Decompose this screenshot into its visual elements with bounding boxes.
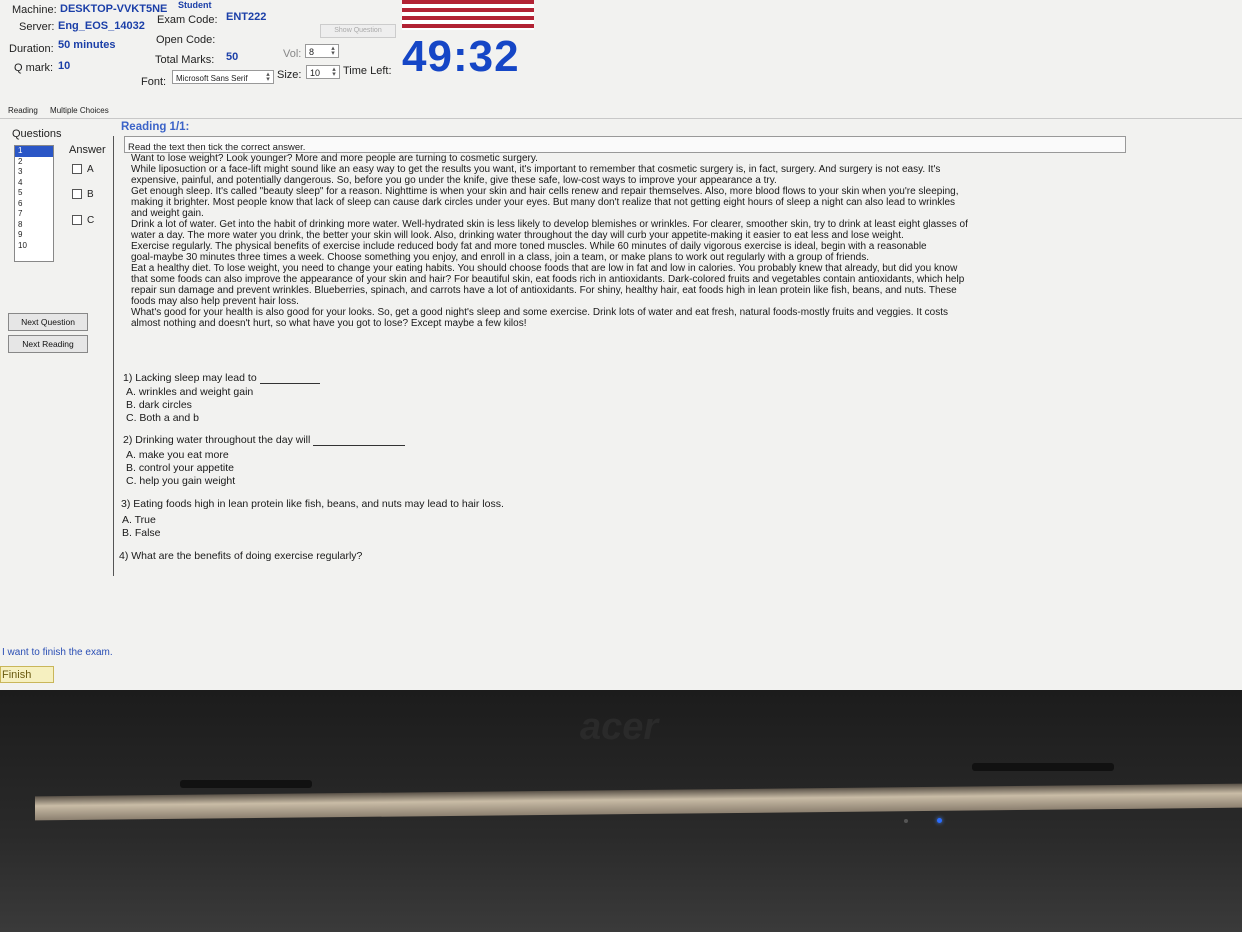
reading-line: While liposuction or a face-lift might s…: [131, 164, 941, 175]
next-question-button[interactable]: Next Question: [8, 313, 88, 331]
question-option: B. False: [122, 527, 161, 539]
answer-blank: [259, 383, 320, 384]
reading-line: What's good for your health is also good…: [131, 307, 949, 318]
question-item[interactable]: 7: [15, 209, 53, 220]
question-item[interactable]: 3: [15, 167, 53, 178]
brand-logo: acer: [580, 706, 659, 748]
question-item[interactable]: 6: [15, 199, 53, 210]
font-select[interactable]: Microsoft Sans Serif ▴ ▾: [172, 70, 274, 84]
reading-line: almost nothing and doesn't hurt, so what…: [131, 318, 527, 329]
checkbox-icon[interactable]: [72, 164, 82, 175]
reading-line: goal-maybe 30 minutes three times a week…: [131, 252, 869, 263]
checkbox-icon[interactable]: [72, 215, 82, 226]
tab-multiple-choices[interactable]: Multiple Choices: [50, 106, 109, 115]
server-label: Server:: [19, 21, 55, 33]
instruction-box: Read the text then tick the correct answ…: [124, 136, 1126, 153]
reading-line: that some foods can also improve the app…: [131, 274, 965, 285]
question-4: 4) What are the benefits of doing exerci…: [119, 550, 363, 562]
question-option: C. help you gain weight: [126, 475, 236, 487]
vol-spin-icon[interactable]: ▴ ▾: [329, 45, 337, 57]
answer-option-c[interactable]: C: [72, 215, 94, 226]
duration-value: 50 minutes: [58, 39, 116, 51]
hinge: [180, 780, 312, 788]
question-option: A. wrinkles and weight gain: [126, 386, 254, 398]
vol-value: 8: [309, 47, 315, 57]
qmark-label: Q mark:: [14, 62, 54, 74]
reading-panel: Read the text then tick the correct answ…: [113, 136, 1214, 576]
answer-option-a[interactable]: A: [72, 164, 94, 175]
reading-line: and weight gain.: [131, 208, 204, 219]
checkbox-icon[interactable]: [72, 189, 82, 200]
reading-line: expensive, painful, and potentially dang…: [131, 175, 777, 186]
question-item[interactable]: 10: [15, 241, 53, 252]
reading-line: foods may also help prevent hair loss.: [131, 296, 299, 307]
flag-icon: [402, 0, 534, 30]
open-code-label: Open Code:: [156, 34, 216, 46]
questions-title: Questions: [12, 128, 62, 140]
reading-line: water a day. The more water you drink, t…: [131, 230, 904, 241]
total-marks-value: 50: [226, 51, 239, 63]
question-option: A. True: [122, 514, 156, 526]
reading-line: Exercise regularly. The physical benefit…: [131, 241, 927, 252]
reading-line: Eat a healthy diet. To lose weight, you …: [131, 263, 958, 274]
instruction-text: Read the text then tick the correct answ…: [128, 142, 306, 153]
question-item[interactable]: 9: [15, 230, 53, 241]
exam-code-value: ENT222: [226, 11, 267, 23]
size-label: Size:: [277, 69, 302, 81]
question-1: 1) Lacking sleep may lead to: [123, 372, 320, 384]
time-left-value: 49:32: [402, 32, 520, 81]
question-item[interactable]: 1: [15, 146, 53, 157]
reading-line: Get enough sleep. It's called "beauty sl…: [131, 186, 959, 197]
size-value: 10: [310, 68, 321, 78]
question-option: C. Both a and b: [126, 412, 199, 424]
questions-list[interactable]: 1 2 3 4 5 6 7 8 9 10: [14, 145, 54, 262]
reading-title: Reading 1/1:: [121, 121, 190, 133]
hinge: [972, 763, 1114, 771]
vol-stepper[interactable]: 8 ▴ ▾: [305, 44, 339, 58]
question-option: B. dark circles: [126, 399, 192, 411]
question-option: B. control your appetite: [126, 462, 234, 474]
question-prompt: 2) Drinking water throughout the day wil…: [123, 434, 311, 446]
size-spin-icon[interactable]: ▴ ▾: [330, 66, 338, 78]
exam-code-label: Exam Code:: [157, 14, 218, 26]
question-2: 2) Drinking water throughout the day wil…: [123, 434, 406, 446]
reading-line: Drink a lot of water. Get into the habit…: [131, 219, 968, 230]
power-led-icon: [937, 818, 942, 823]
font-label: Font:: [141, 76, 167, 88]
server-value: Eng_EOS_14032: [58, 20, 145, 32]
answer-blank: [313, 445, 406, 446]
tab-bar: Reading Multiple Choices: [8, 106, 119, 115]
size-stepper[interactable]: 10 ▴ ▾: [306, 65, 340, 79]
tab-reading[interactable]: Reading: [8, 106, 38, 115]
vol-label: Vol:: [283, 48, 302, 60]
status-led-icon: [904, 819, 908, 823]
machine-label: Machine:: [12, 4, 57, 16]
question-item[interactable]: 4: [15, 178, 53, 189]
reading-line: Want to lose weight? Look younger? More …: [131, 153, 538, 164]
exam-window: Machine: DESKTOP-VVKT5NE Student Server:…: [0, 0, 1242, 690]
font-dropdown-icon[interactable]: ▴ ▾: [264, 71, 272, 83]
next-reading-button[interactable]: Next Reading: [8, 335, 88, 353]
reading-line: making it brighter. Most people know tha…: [131, 197, 956, 208]
question-option: A. make you eat more: [126, 449, 229, 461]
finish-button[interactable]: Finish: [0, 666, 54, 683]
finish-note: I want to finish the exam.: [2, 647, 113, 658]
qmark-value: 10: [58, 60, 71, 72]
font-value: Microsoft Sans Serif: [176, 74, 248, 83]
answer-title: Answer: [69, 144, 106, 156]
machine-value: DESKTOP-VVKT5NE: [60, 3, 168, 15]
question-item[interactable]: 2: [15, 157, 53, 168]
divider: [0, 118, 1242, 119]
question-prompt: 1) Lacking sleep may lead to: [123, 372, 257, 384]
question-3: 3) Eating foods high in lean protein lik…: [121, 498, 504, 510]
question-item[interactable]: 8: [15, 220, 53, 231]
reading-line: repair sun damage and prevent wrinkles. …: [131, 285, 957, 296]
total-marks-label: Total Marks:: [155, 54, 215, 66]
question-item[interactable]: 5: [15, 188, 53, 199]
answer-option-b[interactable]: B: [72, 189, 94, 200]
duration-label: Duration:: [9, 43, 54, 55]
machine-suffix: Student: [178, 0, 212, 10]
time-left-label: Time Left:: [343, 65, 392, 77]
show-question-button[interactable]: Show Question: [320, 24, 396, 38]
